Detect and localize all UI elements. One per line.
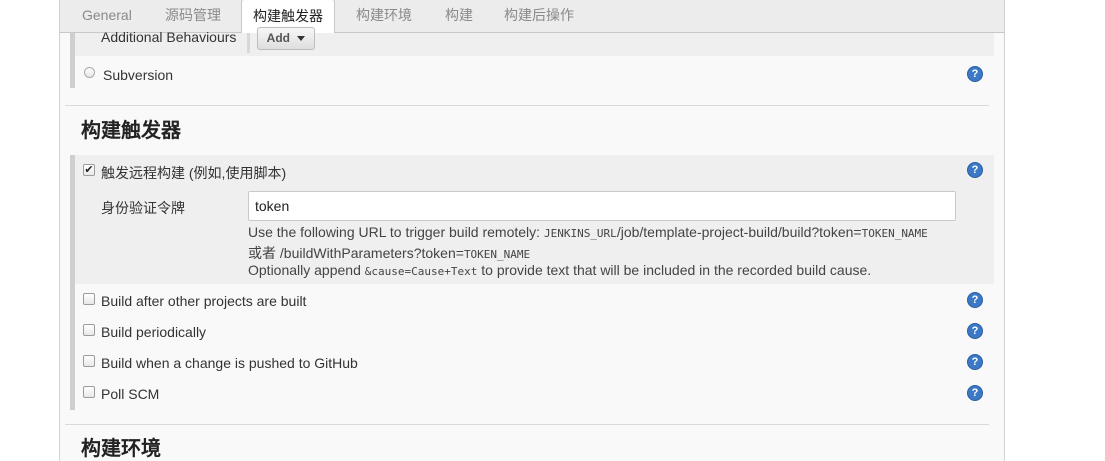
poll-scm-checkbox[interactable] <box>83 386 95 398</box>
build-periodically-label: Build periodically <box>101 324 207 340</box>
triggers-left-bar <box>70 155 75 410</box>
tab-build[interactable]: 构建 <box>434 0 484 32</box>
desc-code: TOKEN_NAME <box>463 248 531 261</box>
build-environment-title: 构建环境 <box>81 436 161 460</box>
remote-trigger-checkbox[interactable]: ✔ <box>83 164 95 176</box>
behaviours-divider <box>247 33 250 53</box>
subversion-radio[interactable] <box>84 67 95 78</box>
trigger-url-alternative: 或者 /buildWithParameters?token=TOKEN_NAME <box>248 243 530 263</box>
add-button-label: Add <box>266 31 290 45</box>
auth-token-input[interactable]: token <box>248 191 956 221</box>
desc-code: TOKEN_NAME <box>861 227 928 240</box>
github-push-trigger-checkbox[interactable] <box>83 355 95 367</box>
config-panel: General 源码管理 构建触发器 构建环境 构建 构建后操作 Additio… <box>59 0 1005 461</box>
help-icon[interactable]: ? <box>967 323 983 339</box>
desc-text: 或者 /buildWithParameters?token= <box>248 245 464 261</box>
remote-trigger-label: 触发远程构建 (例如,使用脚本) <box>101 165 287 181</box>
build-periodically-checkbox[interactable] <box>83 324 95 336</box>
build-triggers-title: 构建触发器 <box>81 118 181 142</box>
caret-down-icon <box>297 36 306 42</box>
desc-code: &cause=Cause+Text <box>364 265 478 278</box>
help-icon[interactable]: ? <box>967 385 983 401</box>
build-after-other-projects-checkbox[interactable] <box>83 293 95 305</box>
section-divider <box>65 105 989 106</box>
github-push-trigger-label: Build when a change is pushed to GitHub <box>101 355 358 371</box>
tab-build-environment[interactable]: 构建环境 <box>345 0 423 32</box>
desc-code: JENKINS_URL <box>543 227 617 240</box>
poll-scm-label: Poll SCM <box>101 386 160 402</box>
tab-post-build-actions[interactable]: 构建后操作 <box>493 0 585 32</box>
desc-text: Use the following URL to trigger build r… <box>248 224 544 240</box>
tab-source-code-management[interactable]: 源码管理 <box>154 0 232 32</box>
trigger-url-description: Use the following URL to trigger build r… <box>248 224 928 240</box>
desc-text: /job/template-project-build/build?token= <box>616 224 862 240</box>
build-after-other-projects-label: Build after other projects are built <box>101 293 307 309</box>
subversion-label: Subversion <box>103 67 174 83</box>
desc-text: to provide text that will be included in… <box>477 262 872 278</box>
additional-behaviours-label: Additional Behaviours <box>101 29 237 45</box>
section-divider <box>65 424 989 425</box>
help-icon[interactable]: ? <box>967 292 983 308</box>
desc-text: Optionally append <box>248 262 365 278</box>
trigger-cause-description: Optionally append &cause=Cause+Text to p… <box>248 262 871 278</box>
tab-general[interactable]: General <box>71 0 143 32</box>
help-icon[interactable]: ? <box>967 354 983 370</box>
help-icon[interactable]: ? <box>967 66 983 82</box>
help-icon[interactable]: ? <box>967 162 983 178</box>
auth-token-label: 身份验证令牌 <box>101 200 185 216</box>
add-behaviour-button[interactable]: Add <box>257 27 315 50</box>
scm-left-bar <box>70 33 75 88</box>
